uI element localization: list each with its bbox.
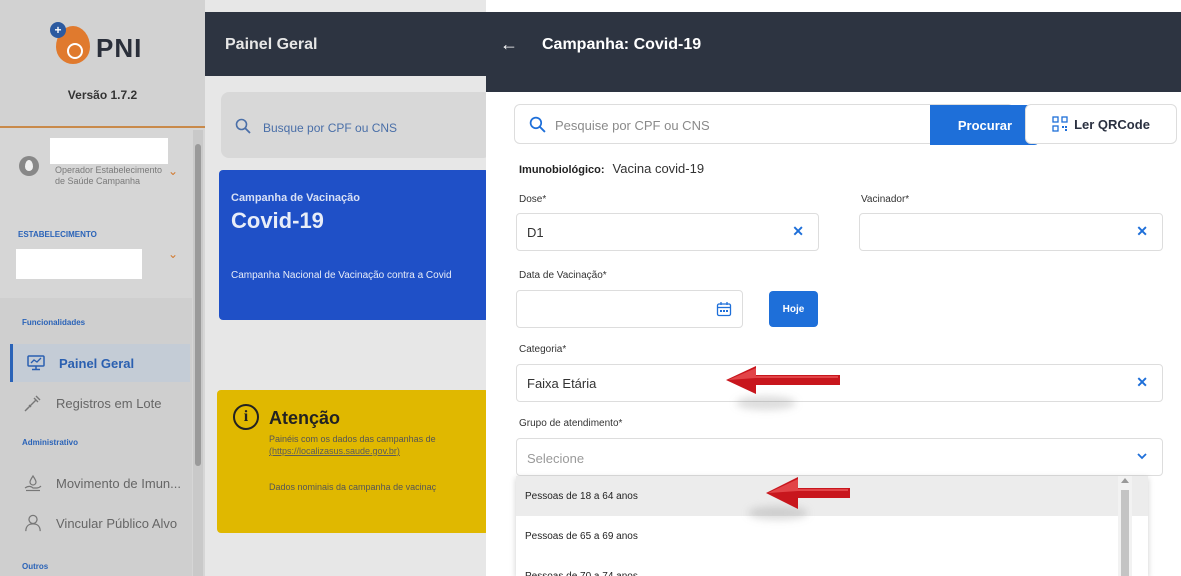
user-icon [24, 514, 42, 532]
section-funcionalidades: Funcionalidades [22, 318, 86, 327]
sidebar-item-label: Painel Geral [59, 355, 135, 371]
attention-link[interactable]: (https://localizasus.saude.gov.br) [269, 446, 400, 456]
search-button[interactable]: Procurar [930, 105, 1040, 145]
monitor-icon [27, 354, 45, 372]
drawer-title: Campanha: Covid-19 [542, 36, 702, 53]
dropdown-option[interactable]: Pessoas de 65 a 69 anos [516, 516, 1148, 556]
scroll-up-icon[interactable] [1121, 478, 1129, 483]
chevron-down-icon[interactable] [1136, 449, 1148, 467]
campaign-description: Campanha Nacional de Vacinação contra a … [231, 270, 452, 281]
dose-value: D1 [527, 225, 544, 240]
vaccination-date-label: Data de Vacinação* [519, 270, 607, 281]
service-group-placeholder: Selecione [527, 451, 585, 466]
read-qrcode-button[interactable]: Ler QRCode [1025, 104, 1177, 144]
logo-area: + PNI Versão 1.7.2 [0, 0, 205, 128]
user-block[interactable]: Operador Estabelecimento de Saúde Campan… [0, 130, 192, 212]
sidebar-item-label: Movimento de Imun... [56, 475, 181, 491]
dose-label: Dose* [519, 194, 547, 205]
main-search-placeholder: Busque por CPF ou CNS [263, 120, 398, 135]
drawer-header-strip [486, 76, 1181, 92]
category-clear-icon[interactable]: ✕ [1136, 374, 1148, 391]
annotation-arrow-icon [766, 477, 850, 509]
section-outros: Outros [22, 562, 49, 571]
syringe-icon [24, 394, 42, 412]
user-role: Operador Estabelecimento de Saúde Campan… [55, 165, 163, 186]
immunobiological-label: Imunobiológico: [519, 164, 605, 176]
attention-title: Atenção [269, 408, 341, 428]
search-icon [529, 116, 546, 138]
dose-clear-icon[interactable]: ✕ [792, 223, 804, 240]
chevron-down-icon[interactable]: ⌄ [168, 164, 178, 178]
sidebar-item-painel-geral[interactable]: Painel Geral [10, 344, 190, 382]
attention-text: Painéis com os dados das campanhas de [269, 434, 436, 444]
arrow-shadow [736, 396, 796, 410]
user-avatar-icon [19, 156, 39, 176]
main-header: Painel Geral [205, 12, 486, 76]
drawer-search-bar: Procurar [514, 104, 1040, 145]
vaccination-date-input[interactable] [516, 290, 743, 328]
campaign-card[interactable]: Campanha de Vacinação Covid-19 Campanha … [219, 170, 486, 320]
attention-card: i Atenção Painéis com os dados das campa… [217, 390, 486, 533]
sidebar-scrollbar[interactable] [193, 130, 203, 576]
service-group-select[interactable]: Selecione [516, 438, 1163, 476]
main-content: Painel Geral Busque por CPF ou CNS Campa… [205, 0, 486, 576]
dropdown-option[interactable]: Pessoas de 70 a 74 anos [516, 556, 1148, 576]
sidebar-item-vincular[interactable]: Vincular Público Alvo [10, 504, 190, 542]
vaccinator-label: Vacinador* [861, 194, 910, 205]
category-value: Faixa Etária [527, 376, 597, 391]
plus-badge-icon: + [50, 22, 66, 38]
dose-select[interactable]: D1 ✕ [516, 213, 819, 251]
attention-text-2: Dados nominais da campanha de vacinaç [269, 482, 437, 492]
today-button[interactable]: Hoje [769, 291, 818, 327]
page-title: Painel Geral [225, 36, 318, 53]
service-group-label: Grupo de atendimento* [519, 418, 623, 429]
immunobiological-value: Vacina covid-19 [612, 161, 705, 176]
campaign-title: Covid-19 [231, 208, 324, 233]
category-label: Categoria* [519, 344, 567, 355]
hand-drop-icon [24, 474, 42, 492]
info-icon: i [233, 404, 259, 430]
campaign-kicker: Campanha de Vacinação [231, 192, 360, 204]
qrcode-icon [1052, 116, 1068, 132]
sidebar-item-label: Registros em Lote [56, 395, 162, 411]
dropdown-scrollbar[interactable] [1118, 476, 1132, 576]
sidebar: + PNI Versão 1.7.2 Operador Estabelecime… [0, 0, 205, 576]
annotation-arrow-icon [726, 366, 840, 394]
sidebar-scrollbar-thumb[interactable] [195, 144, 201, 466]
drawer-header: ← Campanha: Covid-19 [486, 12, 1181, 76]
main-search-bar[interactable]: Busque por CPF ou CNS [221, 92, 486, 158]
calendar-icon[interactable] [716, 301, 732, 322]
sidebar-item-registros-em-lote[interactable]: Registros em Lote [10, 384, 190, 422]
sidebar-item-movimento[interactable]: Movimento de Imun... [10, 464, 190, 502]
read-qrcode-label: Ler QRCode [1074, 116, 1150, 132]
section-administrativo: Administrativo [22, 438, 79, 447]
redacted-estab-name [16, 249, 142, 279]
estab-chevron-down-icon[interactable]: ⌄ [168, 247, 178, 261]
logo-text: PNI [96, 33, 143, 63]
search-icon [235, 118, 251, 137]
redacted-user-name [50, 138, 168, 164]
back-arrow-icon[interactable]: ← [500, 34, 518, 55]
dropdown-scrollbar-thumb[interactable] [1121, 490, 1129, 576]
campaign-drawer: ← Campanha: Covid-19 Procurar Ler QRCode… [486, 0, 1181, 576]
immunobiological-row: Imunobiológico: Vacina covid-19 [519, 161, 704, 176]
estab-label: ESTABELECIMENTO [18, 230, 97, 239]
vaccinator-select[interactable]: ✕ [859, 213, 1163, 251]
cpf-cns-search-input[interactable] [555, 113, 895, 137]
vaccinator-clear-icon[interactable]: ✕ [1136, 223, 1148, 240]
sidebar-item-label: Vincular Público Alvo [56, 515, 178, 531]
app-version: Versão 1.7.2 [67, 88, 138, 102]
